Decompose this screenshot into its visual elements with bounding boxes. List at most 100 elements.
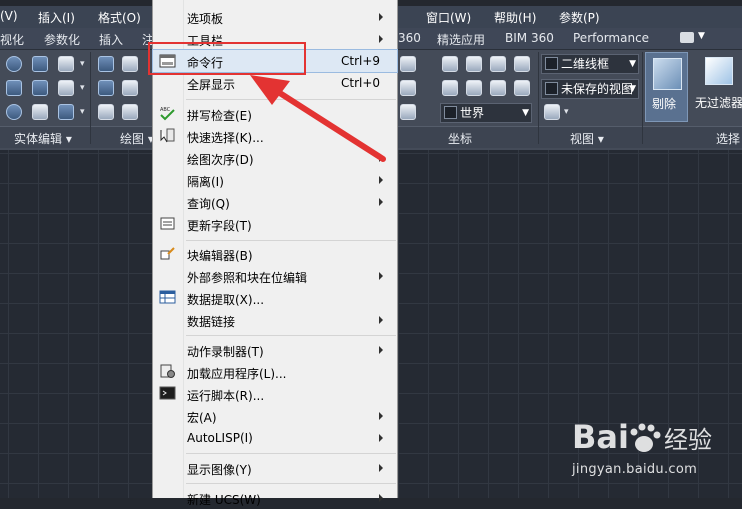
check-solid-icon[interactable] xyxy=(58,104,74,120)
ucs-icon[interactable] xyxy=(400,56,416,72)
menu-item-new-ucs[interactable]: 新建 UCS(W) xyxy=(153,487,397,509)
submenu-arrow-icon xyxy=(379,198,383,206)
menu-view[interactable]: (V) xyxy=(0,9,18,23)
eraser-icon[interactable] xyxy=(32,104,48,120)
solid-separate-icon[interactable] xyxy=(32,56,48,72)
menu-help[interactable]: 帮助(H) xyxy=(494,9,536,26)
tab-parametric[interactable]: 参数化 xyxy=(44,31,80,48)
ucs-y-icon[interactable] xyxy=(442,80,458,96)
tab-featured-apps[interactable]: 精选应用 xyxy=(437,31,485,48)
polygon-icon[interactable] xyxy=(98,104,114,120)
menu-item-data-extraction[interactable]: 数据提取(X)... xyxy=(153,287,397,309)
dropdown-arrow-icon[interactable]: ▾ xyxy=(80,59,85,69)
menu-item-data-links[interactable]: 数据链接 xyxy=(153,309,397,331)
submenu-arrow-icon xyxy=(379,434,383,442)
menu-divider xyxy=(186,335,396,336)
no-filter-button[interactable]: 无过滤器 xyxy=(692,52,742,122)
ucs-3point-icon[interactable] xyxy=(490,80,506,96)
ucs-x-icon[interactable] xyxy=(400,80,416,96)
baidu-jingyan-watermark-logo: Bai 经验 xyxy=(572,418,712,456)
extrude-faces-icon[interactable] xyxy=(32,80,48,96)
annotation-highlight-box xyxy=(148,42,306,75)
tab-bim360[interactable]: BIM 360 xyxy=(505,31,554,45)
panel-title-coordinates[interactable]: 坐标 xyxy=(448,130,472,147)
ucs-select[interactable]: 世界 ▼ xyxy=(440,103,532,123)
ucs-face-icon[interactable] xyxy=(466,80,482,96)
svg-text:Bai: Bai xyxy=(572,418,629,456)
menu-item-update-fields[interactable]: 更新字段(T) xyxy=(153,213,397,235)
panel-title-select[interactable]: 选择 xyxy=(716,130,740,147)
tab-360[interactable]: 360 xyxy=(398,31,421,45)
submenu-arrow-icon xyxy=(379,35,383,43)
panel-title-solid-edit[interactable]: 实体编辑 ▾ xyxy=(14,130,72,147)
menu-item-load-application[interactable]: 加载应用程序(L)... xyxy=(153,361,397,383)
tab-insert[interactable]: 插入 xyxy=(99,31,123,48)
menu-divider xyxy=(186,453,396,454)
menu-item-display-image[interactable]: 显示图像(Y) xyxy=(153,457,397,479)
ucs-view-icon[interactable] xyxy=(490,56,506,72)
menu-item-palettes[interactable]: 选项板 xyxy=(153,6,397,28)
menu-item-macro[interactable]: 宏(A) xyxy=(153,405,397,427)
panel-title-view[interactable]: 视图 ▾ xyxy=(570,130,604,147)
submenu-arrow-icon xyxy=(379,494,383,502)
ucs-object-icon[interactable] xyxy=(514,56,530,72)
ucs-zaxis-icon[interactable] xyxy=(514,80,530,96)
helix-icon[interactable] xyxy=(122,56,138,72)
menu-divider xyxy=(186,240,396,241)
update-fields-icon xyxy=(160,217,175,230)
annotation-arrow-icon xyxy=(250,75,386,162)
submenu-arrow-icon xyxy=(379,464,383,472)
polyline-icon[interactable] xyxy=(98,56,114,72)
menu-item-block-editor[interactable]: 块编辑器(B) xyxy=(153,243,397,265)
box-shell-icon[interactable] xyxy=(58,56,74,72)
solid-intersect-icon[interactable] xyxy=(6,104,22,120)
cull-cube-icon xyxy=(653,58,682,90)
spell-check-icon: ABC xyxy=(160,107,175,121)
load-application-icon xyxy=(160,364,175,378)
svg-text:ABC: ABC xyxy=(160,107,171,113)
filter-cube-icon xyxy=(705,57,733,85)
spline-icon[interactable] xyxy=(98,80,114,96)
named-view-select[interactable]: 未保存的视图 ▼ xyxy=(541,79,639,99)
solid-subtract-icon[interactable] xyxy=(6,80,22,96)
line-icon[interactable] xyxy=(122,80,138,96)
data-extraction-icon xyxy=(159,290,176,304)
menu-window[interactable]: 窗口(W) xyxy=(426,9,471,26)
globe-icon xyxy=(444,106,457,119)
chevron-down-icon: ▼ xyxy=(629,84,636,94)
menu-item-xref-in-place-edit[interactable]: 外部参照和块在位编辑 xyxy=(153,265,397,287)
menu-item-inquiry[interactable]: 查询(Q) xyxy=(153,191,397,213)
watermark-url: jingyan.baidu.com xyxy=(572,462,698,477)
panel-title-draw[interactable]: 绘图 ▾ xyxy=(120,130,154,147)
menu-parameters[interactable]: 参数(P) xyxy=(559,9,600,26)
submenu-arrow-icon xyxy=(379,316,383,324)
dropdown-arrow-icon[interactable]: ▾ xyxy=(564,107,569,117)
arc-icon[interactable] xyxy=(122,104,138,120)
view-icon xyxy=(545,82,558,95)
ucs-value: 世界 xyxy=(460,106,485,120)
menu-item-action-recorder[interactable]: 动作录制器(T) xyxy=(153,339,397,361)
viewcube-icon[interactable] xyxy=(544,104,560,120)
chevron-down-icon: ▼ xyxy=(629,59,636,69)
menu-item-autolisp[interactable]: AutoLISP(I) xyxy=(153,427,397,449)
visual-style-select[interactable]: 二维线框 ▼ xyxy=(541,54,639,74)
block-editor-icon xyxy=(160,247,175,260)
tab-performance[interactable]: Performance xyxy=(573,31,649,45)
menu-format[interactable]: 格式(O) xyxy=(98,9,141,26)
cull-button[interactable]: 剔除 xyxy=(645,52,688,122)
imprint-icon[interactable] xyxy=(58,80,74,96)
menu-item-run-script[interactable]: 运行脚本(R)... xyxy=(153,383,397,405)
dropdown-arrow-icon[interactable]: ▾ xyxy=(80,107,85,117)
ucs-previous-icon[interactable] xyxy=(400,104,416,120)
dropdown-arrow-icon[interactable]: ▾ xyxy=(80,83,85,93)
ucs-z-icon[interactable] xyxy=(466,56,482,72)
ucs-origin-icon[interactable] xyxy=(442,56,458,72)
submenu-arrow-icon xyxy=(379,346,383,354)
ribbon-minimize-icon[interactable] xyxy=(680,32,694,43)
tab-visualize[interactable]: 视化 xyxy=(0,31,24,48)
menu-insert[interactable]: 插入(I) xyxy=(38,9,75,26)
panel-divider xyxy=(538,52,539,144)
menu-item-isolate[interactable]: 隔离(I) xyxy=(153,169,397,191)
solid-union-icon[interactable] xyxy=(6,56,22,72)
chevron-down-icon[interactable]: ▼ xyxy=(698,31,705,41)
